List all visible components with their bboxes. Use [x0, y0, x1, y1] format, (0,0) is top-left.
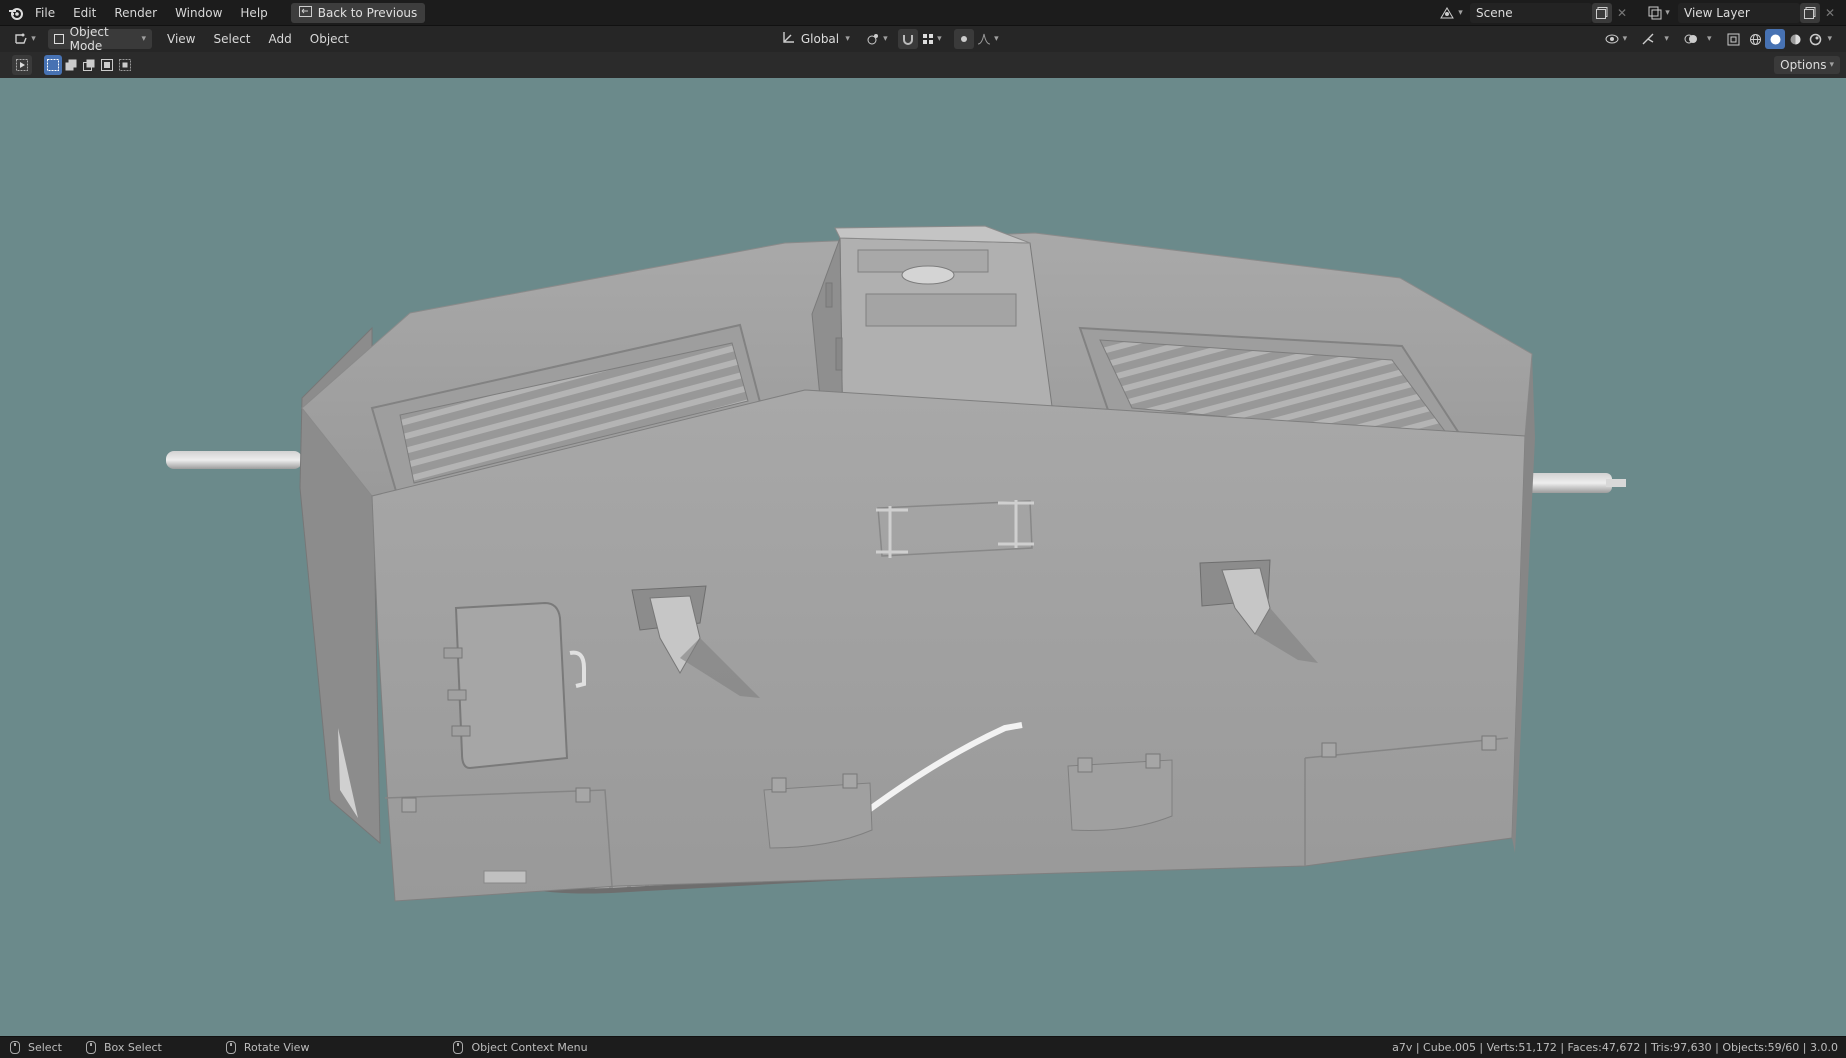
falloff-icon[interactable]: ▾ [974, 29, 1002, 49]
cupola-vision-slit-2 [835, 337, 843, 371]
back-icon [298, 5, 312, 20]
menu-select[interactable]: Select [204, 28, 259, 50]
orientation-icon [782, 31, 795, 47]
status-context-menu-label: Object Context Menu [471, 1040, 588, 1054]
editor-type-icon[interactable]: ▾ [12, 29, 38, 49]
menu-object[interactable]: Object [301, 28, 358, 50]
chevron-down-icon[interactable]: ▾ [1664, 34, 1669, 44]
mouse-middle-icon [225, 1040, 236, 1054]
mouse-left-icon [10, 1040, 20, 1054]
status-box-select: Box Select [76, 1040, 162, 1054]
select-mode-intersect-icon[interactable] [116, 55, 134, 75]
orientation-label: Global [800, 32, 840, 46]
mode-selector[interactable]: Object Mode ▾ [48, 25, 152, 53]
scene-field[interactable]: Scene [1470, 2, 1592, 23]
new-scene-icon[interactable] [1592, 2, 1612, 23]
blender-logo-icon[interactable] [6, 3, 26, 23]
shading-solid-icon[interactable] [1765, 29, 1786, 49]
cupola-hatch-front [865, 293, 1017, 327]
select-mode-new-icon[interactable] [44, 55, 62, 75]
mouse-right-icon [453, 1040, 464, 1054]
top-bar: File Edit Render Window Help Back to Pre… [0, 0, 1846, 26]
side-door [454, 601, 569, 770]
front-gun-barrel [166, 451, 302, 469]
select-mode-subtract-icon[interactable] [80, 55, 98, 75]
tool-icon[interactable] [12, 55, 32, 75]
tank-model[interactable] [0, 78, 1846, 1036]
cupola-vision-slit-1 [825, 282, 833, 308]
shading-material-icon[interactable] [1785, 29, 1805, 49]
close-icon[interactable]: ✕ [1612, 3, 1632, 23]
menu-view[interactable]: View [158, 28, 204, 50]
pivot-icon[interactable]: ▾ [862, 29, 892, 49]
cupola-dome [901, 265, 955, 285]
mouse-drag-icon [85, 1040, 96, 1054]
back-to-previous-label: Back to Previous [317, 5, 418, 20]
select-mode-extend-icon[interactable] [62, 55, 80, 75]
status-rotate-view: Rotate View [216, 1040, 310, 1054]
3d-viewport[interactable] [0, 78, 1846, 1036]
scene-name: Scene [1476, 5, 1513, 20]
hull-plate-tag [483, 870, 527, 884]
close-icon[interactable]: ✕ [1820, 3, 1840, 23]
shading-rendered-icon[interactable] [1805, 29, 1825, 49]
gizmo-icon[interactable] [1636, 29, 1660, 49]
snap-icon[interactable]: ▾ [918, 29, 946, 49]
chevron-down-icon[interactable]: ▾ [1707, 34, 1712, 44]
view-layer-icon[interactable]: ▾ [1644, 3, 1674, 23]
proportional-icon[interactable] [953, 29, 974, 49]
options-label: Options [1780, 58, 1827, 72]
shading-wireframe-icon[interactable] [1745, 29, 1765, 49]
menu-add[interactable]: Add [260, 28, 301, 50]
menu-file[interactable]: File [26, 2, 64, 24]
menu-edit[interactable]: Edit [64, 2, 105, 24]
status-bar: Select Box Select Rotate View Object Con… [0, 1036, 1846, 1057]
view-layer-name: View Layer [1684, 5, 1750, 20]
overlay-icon[interactable] [1679, 29, 1703, 49]
scene-statistics: a7v | Cube.005 | Verts:51,172 | Faces:47… [1392, 1041, 1838, 1054]
orientation-selector[interactable]: Global ▾ [776, 29, 856, 49]
tool-settings-bar: Options ▾ [0, 52, 1846, 78]
menu-window[interactable]: Window [166, 2, 231, 24]
chevron-down-icon: ▾ [845, 34, 850, 44]
status-select-label: Select [28, 1040, 62, 1054]
menu-help[interactable]: Help [231, 2, 276, 24]
new-view-layer-icon[interactable] [1800, 2, 1820, 23]
menu-render[interactable]: Render [105, 2, 166, 24]
visibility-icon[interactable]: ▾ [1600, 29, 1630, 49]
scene-icon[interactable]: ▾ [1436, 3, 1466, 23]
view-layer-field[interactable]: View Layer [1678, 2, 1800, 23]
back-to-previous-button[interactable]: Back to Previous [290, 2, 426, 23]
status-rotate-view-label: Rotate View [243, 1040, 310, 1054]
chevron-down-icon[interactable]: ▾ [1827, 34, 1832, 44]
rear-gun-barrel [1520, 473, 1612, 493]
status-select: Select [0, 1040, 62, 1054]
rear-gun-tip [1606, 479, 1626, 487]
status-box-select-label: Box Select [103, 1040, 162, 1054]
options-dropdown[interactable]: Options ▾ [1774, 56, 1840, 74]
status-context-menu: Object Context Menu [443, 1040, 588, 1054]
chevron-down-icon: ▾ [141, 34, 146, 44]
select-mode-invert-icon[interactable] [98, 55, 116, 75]
mode-label: Object Mode [69, 25, 109, 53]
xray-icon[interactable] [1723, 29, 1743, 49]
object-mode-icon [54, 34, 64, 44]
chevron-down-icon: ▾ [1829, 60, 1834, 70]
snap-toggle-icon[interactable] [897, 29, 918, 49]
viewport-header: ▾ Object Mode ▾ View Select Add Object G… [0, 25, 1846, 53]
